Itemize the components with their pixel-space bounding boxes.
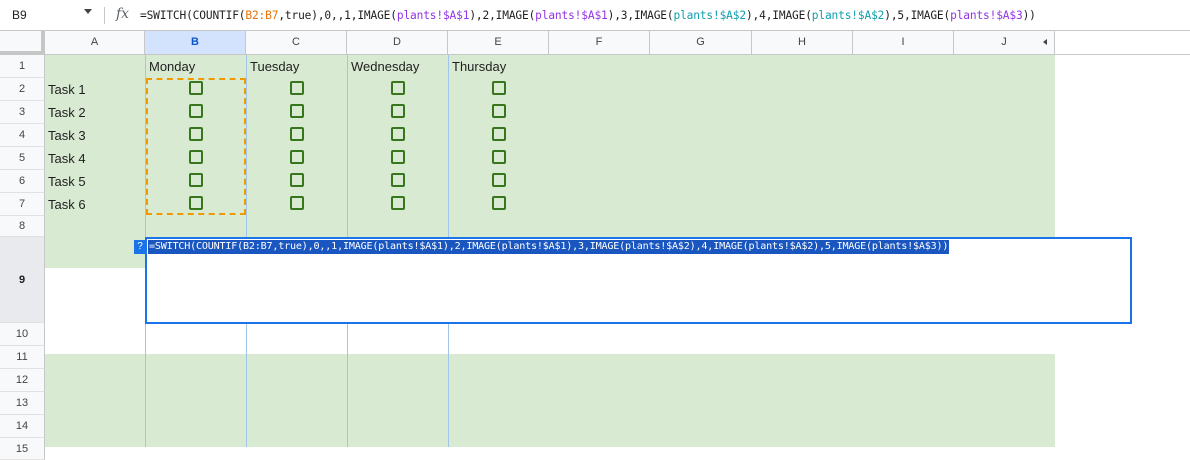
task-label[interactable]: Task 3 bbox=[48, 128, 86, 143]
column-header-g[interactable]: G bbox=[650, 31, 752, 55]
select-all-corner[interactable] bbox=[0, 31, 45, 55]
task-checkbox[interactable] bbox=[492, 127, 506, 141]
column-header-d[interactable]: D bbox=[347, 31, 448, 55]
formula-bar-divider bbox=[104, 7, 105, 24]
task-label[interactable]: Task 4 bbox=[48, 151, 86, 166]
task-checkbox[interactable] bbox=[492, 173, 506, 187]
row-header-13[interactable]: 13 bbox=[0, 392, 45, 415]
day-header-thursday[interactable]: Thursday bbox=[452, 59, 506, 74]
task-checkbox[interactable] bbox=[492, 150, 506, 164]
task-checkbox[interactable] bbox=[290, 150, 304, 164]
name-box[interactable]: B9 bbox=[0, 0, 104, 30]
task-checkbox[interactable] bbox=[290, 127, 304, 141]
formula-token: plants!$A$1 bbox=[535, 9, 608, 22]
row-header-2[interactable]: 2 bbox=[0, 78, 45, 101]
row-header-5[interactable]: 5 bbox=[0, 147, 45, 170]
row-header-3[interactable]: 3 bbox=[0, 101, 45, 124]
formula-token: ),5,IMAGE( bbox=[884, 9, 951, 22]
row-header-11[interactable]: 11 bbox=[0, 346, 45, 369]
task-label[interactable]: Task 5 bbox=[48, 174, 86, 189]
task-checkbox[interactable] bbox=[290, 81, 304, 95]
formula-token: plants!$A$3 bbox=[950, 9, 1023, 22]
cell-editor-text[interactable]: =SWITCH(COUNTIF(B2:B7,true),0,,1,IMAGE(p… bbox=[148, 240, 950, 254]
range-highlight-b2-b7 bbox=[146, 78, 246, 215]
task-checkbox[interactable] bbox=[290, 196, 304, 210]
task-label[interactable]: Task 6 bbox=[48, 197, 86, 212]
row-header-12[interactable]: 12 bbox=[0, 369, 45, 392]
row-header-7[interactable]: 7 bbox=[0, 193, 45, 216]
column-header-c[interactable]: C bbox=[246, 31, 347, 55]
formula-bar: B9 fx =SWITCH(COUNTIF(B2:B7,true),0,,1,I… bbox=[0, 0, 1190, 31]
formula-token: ),3,IMAGE( bbox=[607, 9, 674, 22]
day-header-monday[interactable]: Monday bbox=[149, 59, 195, 74]
formula-token: ,true),0,,1,IMAGE( bbox=[278, 9, 397, 22]
formula-token: B2:B7 bbox=[245, 9, 279, 22]
chevron-down-icon[interactable] bbox=[84, 9, 92, 14]
formula-input[interactable]: =SWITCH(COUNTIF(B2:B7,true),0,,1,IMAGE(p… bbox=[140, 9, 1036, 22]
task-checkbox[interactable] bbox=[492, 104, 506, 118]
column-header-h[interactable]: H bbox=[752, 31, 853, 55]
column-header-a[interactable]: A bbox=[45, 31, 145, 55]
row-header-4[interactable]: 4 bbox=[0, 124, 45, 147]
row-header-10[interactable]: 10 bbox=[0, 323, 45, 346]
day-header-tuesday[interactable]: Tuesday bbox=[250, 59, 299, 74]
formula-token: ),2,IMAGE( bbox=[469, 9, 536, 22]
column-header-e[interactable]: E bbox=[448, 31, 549, 55]
column-header-i[interactable]: I bbox=[853, 31, 954, 55]
formula-token: =SWITCH(COUNTIF( bbox=[140, 9, 246, 22]
task-checkbox[interactable] bbox=[492, 81, 506, 95]
chevron-left-icon[interactable] bbox=[1043, 39, 1047, 45]
column-header-j[interactable]: J bbox=[954, 31, 1055, 55]
name-box-value: B9 bbox=[12, 8, 27, 22]
task-label[interactable]: Task 2 bbox=[48, 105, 86, 120]
row-header-14[interactable]: 14 bbox=[0, 415, 45, 438]
day-header-wednesday[interactable]: Wednesday bbox=[351, 59, 419, 74]
row-header-1[interactable]: 1 bbox=[0, 55, 45, 78]
task-checkbox[interactable] bbox=[290, 173, 304, 187]
formula-token: plants!$A$1 bbox=[396, 9, 470, 22]
task-checkbox[interactable] bbox=[391, 150, 405, 164]
function-icon: fx bbox=[116, 6, 130, 22]
formula-token: )) bbox=[1022, 9, 1036, 22]
row-header-15[interactable]: 15 bbox=[0, 438, 45, 460]
task-label[interactable]: Task 1 bbox=[48, 82, 86, 97]
row-header-8[interactable]: 8 bbox=[0, 216, 45, 237]
task-checkbox[interactable] bbox=[391, 81, 405, 95]
formula-token: plants!$A$2 bbox=[673, 9, 746, 22]
column-header-b[interactable]: B bbox=[145, 31, 246, 55]
column-header-tail bbox=[1055, 31, 1190, 55]
task-checkbox[interactable] bbox=[391, 196, 405, 210]
column-header-f[interactable]: F bbox=[549, 31, 650, 55]
row-header-6[interactable]: 6 bbox=[0, 170, 45, 193]
row-header-9[interactable]: 9 bbox=[0, 237, 45, 323]
formula-token: plants!$A$2 bbox=[811, 9, 885, 22]
task-checkbox[interactable] bbox=[391, 127, 405, 141]
task-checkbox[interactable] bbox=[492, 196, 506, 210]
formula-help-icon[interactable]: ? bbox=[134, 240, 146, 254]
formula-token: ),4,IMAGE( bbox=[745, 9, 812, 22]
task-checkbox[interactable] bbox=[391, 104, 405, 118]
task-checkbox[interactable] bbox=[290, 104, 304, 118]
task-checkbox[interactable] bbox=[391, 173, 405, 187]
